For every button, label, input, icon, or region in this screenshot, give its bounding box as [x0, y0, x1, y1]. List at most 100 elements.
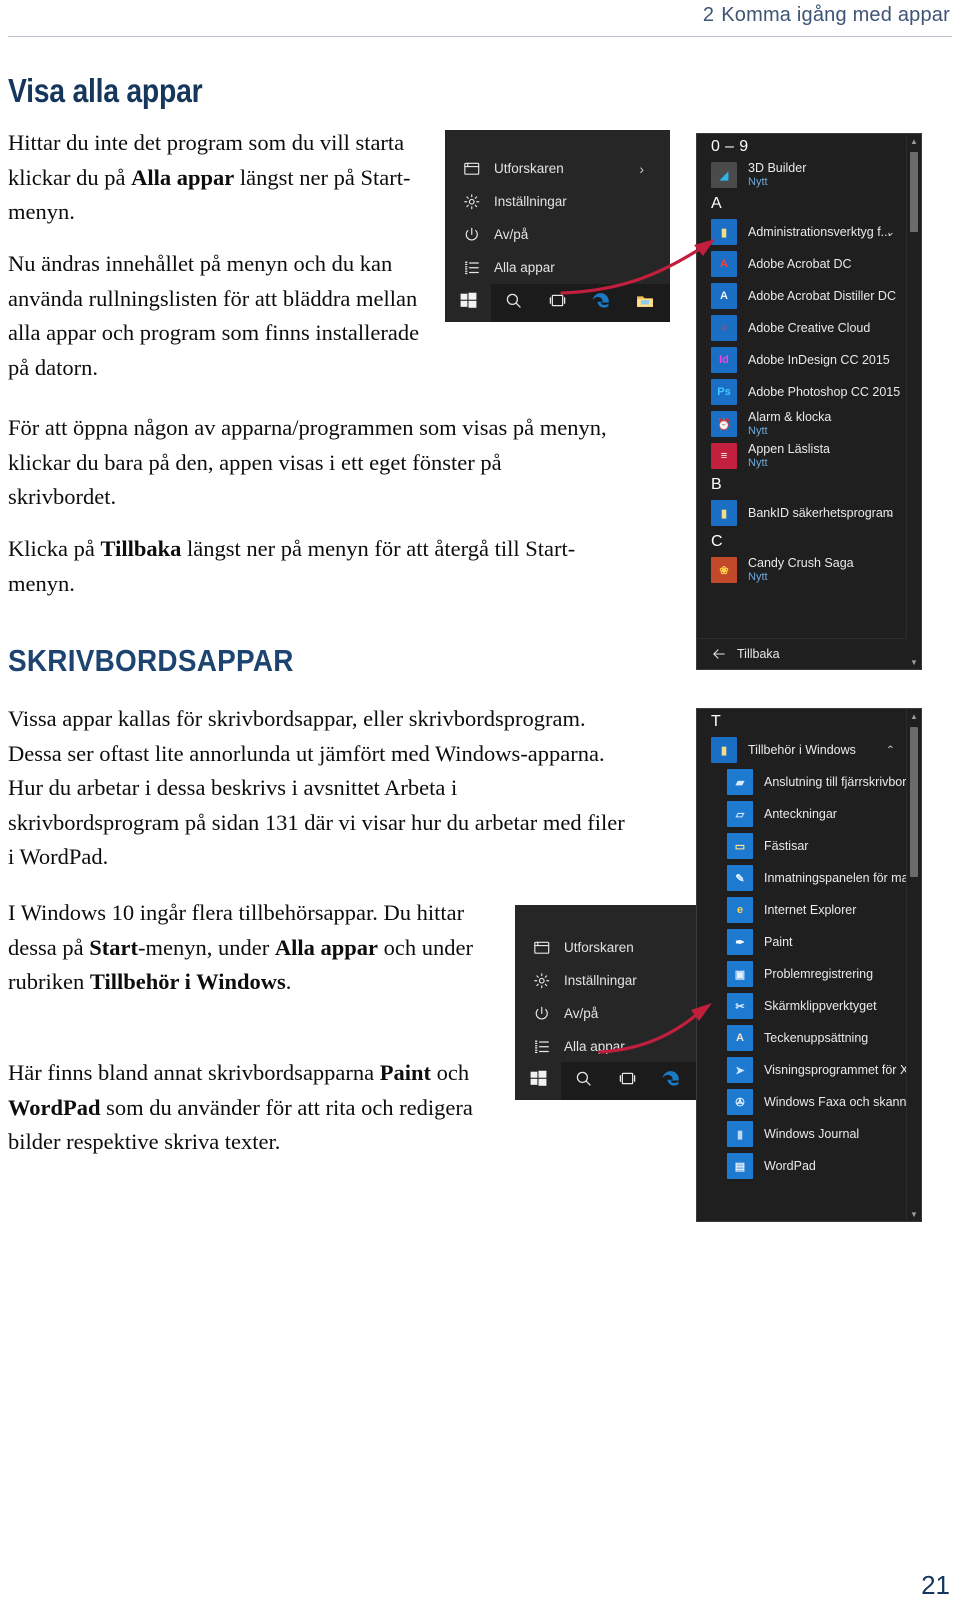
- app-name: BankID säkerhetsprogram: [748, 505, 894, 520]
- app-list-item[interactable]: ✇ Windows Faxa och skanna: [697, 1086, 907, 1118]
- app-group-letter[interactable]: C: [697, 529, 907, 554]
- app-tile-icon: ➤: [727, 1057, 753, 1083]
- start-menu-item-utforskaren[interactable]: Utforskaren ›: [445, 152, 670, 185]
- start-menu-items-bottom: Utforskaren Inställningar Av/på Alla appar: [515, 905, 700, 1063]
- start-menu-screenshot-bottom: Utforskaren Inställningar Av/på Alla appar: [515, 905, 700, 1100]
- chevron-right-icon: ›: [639, 160, 644, 177]
- start-menu-item-alla-appar[interactable]: Alla appar: [515, 1030, 700, 1063]
- app-name: Administrationsverktyg f...: [748, 224, 892, 239]
- taskview-button[interactable]: [605, 1062, 649, 1100]
- app-group-letter[interactable]: T: [697, 709, 907, 734]
- paragraph-7-text-a: Här finns bland annat skrivbordsapparna: [8, 1060, 380, 1085]
- app-name: Skärmklippverktyget: [764, 998, 877, 1013]
- scrollbar-thumb[interactable]: [910, 727, 918, 877]
- task-view-icon: [618, 1069, 637, 1093]
- chevron-down-icon[interactable]: ⌃: [886, 744, 895, 757]
- start-menu-item-av-p-[interactable]: Av/på: [515, 997, 700, 1030]
- app-list-item[interactable]: ▤ WordPad: [697, 1150, 907, 1182]
- app-tile-icon: ✎: [727, 865, 753, 891]
- app-list-item[interactable]: ▭ Fästisar: [697, 830, 907, 862]
- paragraph-4-bold: Tillbaka: [100, 536, 182, 561]
- app-list-item[interactable]: ▱ Anteckningar: [697, 798, 907, 830]
- app-list-item[interactable]: ≡ Appen Läslista Nytt: [697, 440, 907, 472]
- paragraph-6-bold-allaappar: Alla appar: [274, 934, 378, 960]
- app-name: Windows Faxa och skanna: [764, 1094, 907, 1109]
- back-button-label: Tillbaka: [737, 647, 780, 661]
- folder-icon: [635, 291, 655, 316]
- app-list-item[interactable]: ▮ Windows Journal: [697, 1118, 907, 1150]
- paragraph-7-bold-wordpad: WordPad: [8, 1094, 101, 1120]
- app-tile-icon: ⏰: [711, 411, 737, 437]
- app-group-letter[interactable]: A: [697, 191, 907, 216]
- search-button[interactable]: [561, 1062, 605, 1100]
- app-tile-icon: ○: [711, 315, 737, 341]
- app-group-letter[interactable]: B: [697, 472, 907, 497]
- app-name: Teckenuppsättning: [764, 1030, 869, 1045]
- start-menu-item-inst-llningar[interactable]: Inställningar: [445, 185, 670, 218]
- app-list-item[interactable]: A Adobe Acrobat Distiller DC: [697, 280, 907, 312]
- windows-logo-icon: [529, 1069, 548, 1093]
- all-apps-scrollbar[interactable]: ▲ ▼: [906, 134, 921, 669]
- app-list-item[interactable]: A Adobe Acrobat DC: [697, 248, 907, 280]
- start-menu-item-inst-llningar[interactable]: Inställningar: [515, 964, 700, 997]
- paragraph-4-text-a: Klicka på: [8, 536, 101, 561]
- search-icon: [574, 1069, 593, 1093]
- scroll-up-arrow-icon[interactable]: ▲: [907, 134, 921, 148]
- start-menu-item-av-p-[interactable]: Av/på: [445, 218, 670, 251]
- running-head: 2 Komma igång med appar: [703, 4, 950, 27]
- start-button[interactable]: [445, 284, 491, 322]
- search-button[interactable]: [491, 284, 535, 322]
- app-list-item[interactable]: ⏰ Alarm & klocka Nytt: [697, 408, 907, 440]
- app-list-item[interactable]: ◢ 3D Builder Nytt: [697, 159, 907, 191]
- chevron-down-icon[interactable]: ⌄: [886, 226, 895, 239]
- app-list-item[interactable]: ▮ BankID säkerhetsprogram ⌄: [697, 497, 907, 529]
- scrollbar-thumb[interactable]: [910, 152, 918, 232]
- app-list-item[interactable]: ▮ Administrationsverktyg f... ⌄: [697, 216, 907, 248]
- start-button[interactable]: [515, 1062, 561, 1100]
- back-button[interactable]: Tillbaka: [697, 638, 907, 669]
- paragraph-1: Hittar du inte det program som du vill s…: [8, 126, 428, 230]
- app-list-item[interactable]: Ps Adobe Photoshop CC 2015: [697, 376, 907, 408]
- paragraph-5: Vissa appar kallas för skrivbordsappar, …: [8, 706, 625, 869]
- scroll-down-arrow-icon[interactable]: ▼: [907, 655, 921, 669]
- start-menu-item-alla-appar[interactable]: Alla appar: [445, 251, 670, 284]
- accessories-list[interactable]: T ▮ Tillbehör i Windows ⌃ ▰ Anslutning till f…: [697, 709, 907, 1221]
- chevron-down-icon[interactable]: ⌄: [886, 507, 895, 520]
- app-tile-icon: Ps: [711, 379, 737, 405]
- app-list-item[interactable]: ▮ Tillbehör i Windows ⌃: [697, 734, 907, 766]
- app-list-item[interactable]: ➤ Visningsprogrammet för XPS: [697, 1054, 907, 1086]
- app-list-item[interactable]: ✎ Inmatningspanelen för mat...: [697, 862, 907, 894]
- accessories-scrollbar[interactable]: ▲ ▼: [906, 709, 921, 1221]
- app-badge-new: Nytt: [748, 425, 768, 437]
- start-menu-items-top: Utforskaren › Inställningar Av/på Alla appar: [445, 130, 670, 284]
- app-list-item[interactable]: ✂ Skärmklippverktyget: [697, 990, 907, 1022]
- paragraph-7-bold-paint: Paint: [379, 1060, 432, 1085]
- app-list-item[interactable]: ○ Adobe Creative Cloud: [697, 312, 907, 344]
- edge-button[interactable]: [649, 1062, 693, 1100]
- all-apps-list[interactable]: 0 – 9 ◢ 3D Builder Nytt A ▮ Administrationsver…: [697, 134, 907, 669]
- app-list-item[interactable]: ▣ Problemregistrering: [697, 958, 907, 990]
- taskview-button[interactable]: [535, 284, 579, 322]
- start-menu-item-utforskaren[interactable]: Utforskaren: [515, 931, 700, 964]
- app-tile-icon: ▮: [711, 500, 737, 526]
- accessories-panel-screenshot: T ▮ Tillbehör i Windows ⌃ ▰ Anslutning till f…: [696, 708, 922, 1222]
- app-group-letter[interactable]: 0 – 9: [697, 134, 907, 159]
- edge-button[interactable]: [579, 284, 623, 322]
- app-list-item[interactable]: ▰ Anslutning till fjärrskrivbord: [697, 766, 907, 798]
- app-name: Anslutning till fjärrskrivbord: [764, 774, 907, 789]
- app-list-item[interactable]: ✒ Paint: [697, 926, 907, 958]
- list-icon: [461, 257, 482, 278]
- paragraph-7-text-c: och: [431, 1060, 470, 1085]
- scroll-up-arrow-icon[interactable]: ▲: [907, 709, 921, 723]
- explorer-button[interactable]: [623, 284, 667, 322]
- app-tile-icon: ▤: [727, 1153, 753, 1179]
- app-list-item[interactable]: ❀ Candy Crush Saga Nytt: [697, 554, 907, 586]
- paragraph-3: För att öppna någon av apparna/programme…: [8, 415, 607, 509]
- power-icon: [461, 224, 482, 245]
- app-list-item[interactable]: e Internet Explorer: [697, 894, 907, 926]
- list-icon: [531, 1036, 552, 1057]
- power-icon: [531, 1003, 552, 1024]
- app-list-item[interactable]: Id Adobe InDesign CC 2015: [697, 344, 907, 376]
- scroll-down-arrow-icon[interactable]: ▼: [907, 1207, 921, 1221]
- app-list-item[interactable]: A Teckenuppsättning: [697, 1022, 907, 1054]
